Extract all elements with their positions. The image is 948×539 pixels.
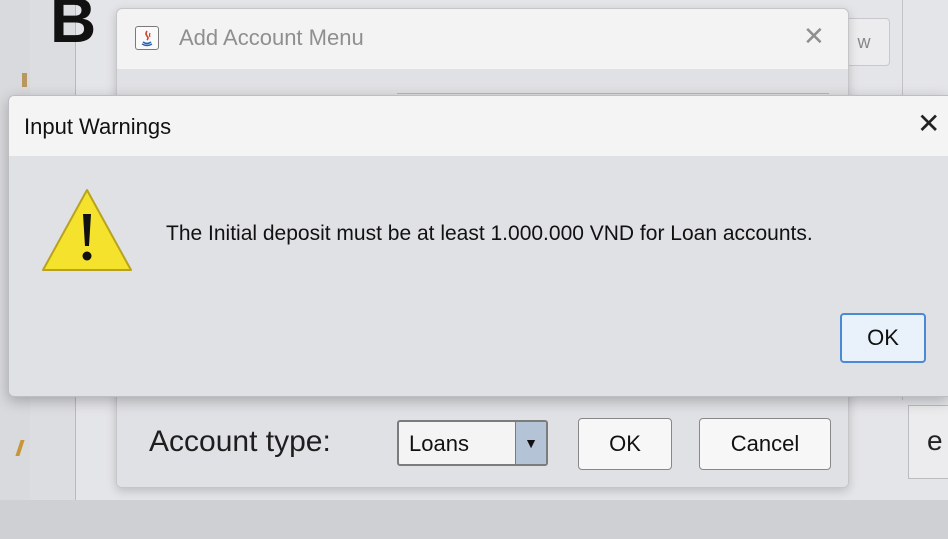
close-icon[interactable]: ✕: [917, 110, 940, 138]
background-app-logo-letter: B: [50, 0, 97, 56]
close-icon[interactable]: ✕: [803, 23, 825, 49]
java-app-icon: [135, 26, 159, 50]
account-type-select[interactable]: Loans ▼: [397, 420, 548, 466]
background-bottom-bar: [0, 500, 948, 539]
add-account-title: Add Account Menu: [179, 25, 364, 50]
account-type-label: Account type:: [149, 425, 331, 458]
warning-title: Input Warnings: [24, 114, 172, 139]
add-account-titlebar[interactable]: Add Account Menu ✕: [117, 9, 848, 69]
background-decoration: [22, 73, 27, 87]
account-type-selected-value: Loans: [409, 431, 469, 456]
warning-message: The Initial deposit must be at least 1.0…: [166, 222, 813, 245]
dropdown-arrow-icon[interactable]: ▼: [515, 422, 546, 464]
account-cancel-button[interactable]: Cancel: [699, 418, 831, 470]
warning-titlebar[interactable]: Input Warnings ✕: [9, 96, 948, 156]
background-edge-text: e: [927, 425, 943, 456]
warning-triangle-icon: [39, 186, 135, 276]
warning-ok-button[interactable]: OK: [840, 313, 926, 363]
account-ok-button[interactable]: OK: [578, 418, 672, 470]
input-warnings-dialog: Input Warnings ✕ The Initial deposit mus…: [8, 95, 948, 397]
background-button-label: w: [857, 31, 871, 52]
